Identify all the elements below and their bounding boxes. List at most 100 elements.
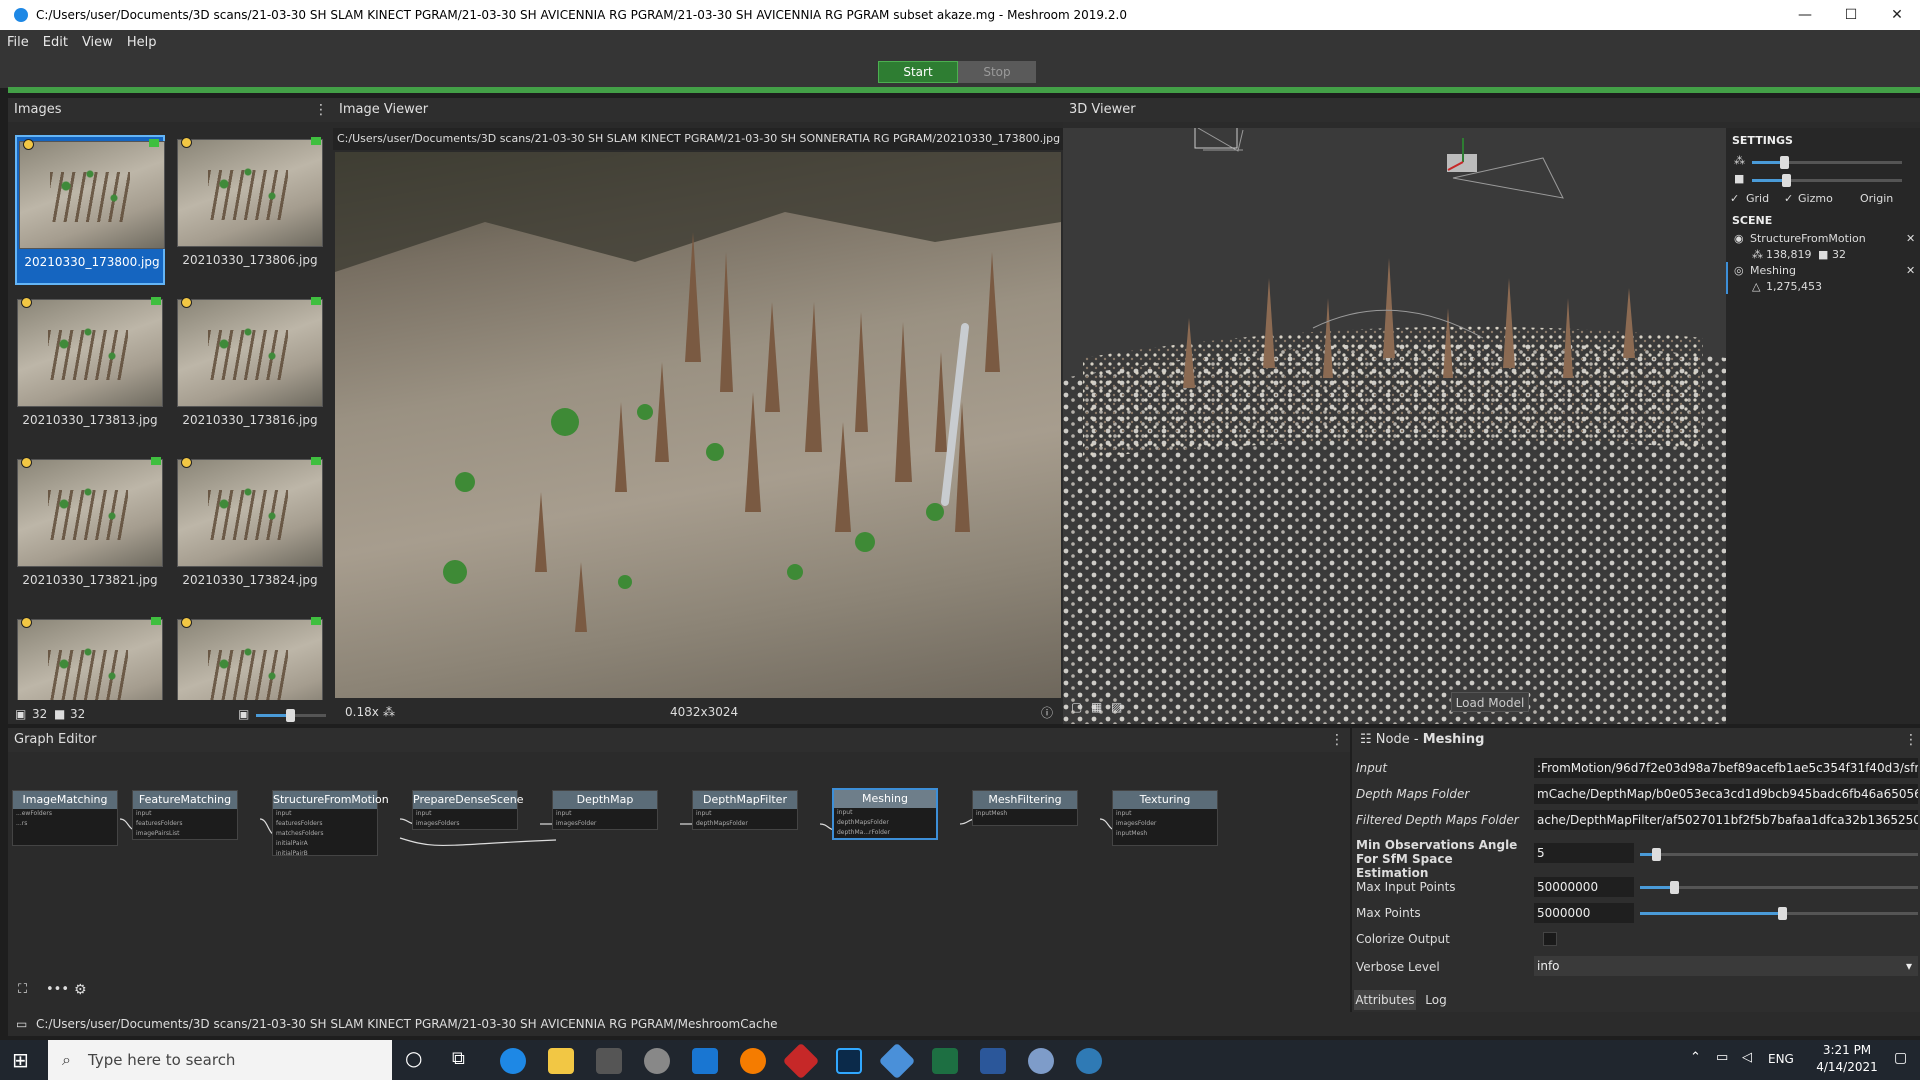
excel-icon[interactable] [932,1048,958,1074]
menu-file[interactable]: File [0,35,36,50]
notifications-icon[interactable]: ▢ [1894,1050,1907,1066]
viewer-3d-canvas[interactable]: ▢ ▦ ▨ Load Model [1063,128,1726,724]
node-title: FeatureMatching [133,791,237,809]
more-icon[interactable]: ••• [46,982,69,997]
thumbnail[interactable]: 20210330_173824.jpg [175,455,325,605]
node-menu-icon[interactable]: ⋮ [1904,732,1918,748]
thumbnail-label: 20210330_173813.jpg [22,413,158,427]
node-structurefrommotion[interactable]: StructureFromMotion input featuresFolder… [272,790,389,857]
thumbnail[interactable]: 20210330_173821.jpg [15,455,165,605]
chevron-up-icon[interactable]: ⌃ [1690,1050,1701,1065]
r-icon[interactable] [1028,1048,1054,1074]
graph-menu-icon[interactable]: ⋮ [1330,732,1344,748]
clock-time[interactable]: 3:21 PM [1810,1043,1884,1057]
gizmo-toggle-label[interactable]: Gizmo [1798,192,1833,205]
menu-help[interactable]: Help [120,35,164,50]
image-viewer-footer: 0.18x ⁂ 4032x3024 ⓘ [333,700,1063,724]
min-observations-angle-slider[interactable] [1640,848,1918,861]
point-size-slider[interactable] [1752,156,1902,169]
max-points-slider[interactable] [1640,907,1918,920]
bbox-icon[interactable]: ▢ [1071,700,1082,714]
eye-icon[interactable]: ◉ [1734,232,1744,245]
thumbnail-image [19,141,165,249]
camera-scale-slider[interactable] [1752,174,1902,187]
grid-view-icon[interactable]: ▦ [1091,700,1102,714]
maximize-button[interactable]: ☐ [1828,7,1874,23]
network-icon[interactable]: ▭ [1716,1050,1728,1065]
max-input-points-slider[interactable] [1640,881,1918,894]
node-title: ImageMatching [13,791,117,809]
stop-button[interactable]: Stop [958,61,1036,83]
clock-date[interactable]: 4/14/2021 [1810,1060,1884,1074]
thumbnail[interactable] [15,615,165,700]
menu-edit[interactable]: Edit [36,35,75,50]
cameras-count: 32 [1832,248,1846,261]
max-input-points-field[interactable]: 50000000 [1534,877,1634,897]
start-button[interactable]: Start [878,61,958,83]
node-icon: ☷ [1360,732,1376,747]
origin-toggle-label[interactable]: Origin [1860,192,1893,205]
photoshop-icon[interactable] [836,1048,862,1074]
node-meshing[interactable]: Meshing input depthMapsFolder depthMa...… [832,788,938,840]
colorize-output-checkbox[interactable] [1543,932,1557,946]
file-explorer-icon[interactable] [548,1048,574,1074]
thumbnail[interactable]: 20210330_173806.jpg [175,135,325,285]
verbose-level-value: info [1537,959,1560,973]
grid-check-icon[interactable]: ✓ [1730,192,1739,205]
thumbnail[interactable]: 20210330_173813.jpg [15,295,165,445]
min-observations-angle-field[interactable]: 5 [1534,843,1634,863]
filtered-depth-maps-field[interactable]: ache/DepthMapFilter/af5027011bf2f5b7bafa… [1534,810,1918,830]
input-field[interactable]: :FromMotion/96d7f2e03d98a7bef89acefb1ae5… [1534,758,1918,778]
task-view-icon[interactable]: ⧉ [452,1048,465,1069]
thumbnail[interactable]: 20210330_173816.jpg [175,295,325,445]
fit-icon[interactable]: ⁂ [383,705,395,719]
image-display[interactable] [335,152,1061,698]
thumbnail-size-slider[interactable] [256,709,326,722]
max-points-field[interactable]: 5000000 [1534,903,1634,923]
blender-icon[interactable] [740,1048,766,1074]
wireframe-icon[interactable]: ▨ [1111,700,1122,714]
eye-off-icon[interactable]: ◎ [1734,264,1744,277]
images-menu-icon[interactable]: ⋮ [314,102,328,118]
node-featurematching[interactable]: FeatureMatching input featuresFolders im… [132,790,238,840]
taskbar-search-box[interactable]: ⌕ Type here to search [48,1040,392,1080]
tab-attributes[interactable]: Attributes [1354,990,1416,1010]
node-imagematching[interactable]: ImageMatching ...ewFolders ...rs [12,790,118,846]
images-footer: ▣ 32 ■ 32 ▣ [8,704,333,724]
scene-item-sfm[interactable]: ◉ StructureFromMotion ✕ ⁂ 138,819 ■ 32 [1726,230,1920,262]
word-icon[interactable] [980,1048,1006,1074]
node-depthmapfilter[interactable]: DepthMapFilter input depthMapsFolder [692,790,798,830]
remove-icon[interactable]: ✕ [1906,232,1915,245]
remove-icon[interactable]: ✕ [1906,264,1915,277]
grid-toggle-label[interactable]: Grid [1746,192,1769,205]
info-icon[interactable]: ⓘ [1041,704,1053,721]
edge-icon[interactable] [500,1048,526,1074]
tab-log[interactable]: Log [1418,990,1454,1010]
mail-icon[interactable] [692,1048,718,1074]
thumbnail[interactable]: 20210330_173800.jpg [15,135,165,285]
node-port: featuresFolders [276,820,323,827]
menu-view[interactable]: View [75,35,120,50]
store-icon[interactable] [596,1048,622,1074]
windows-start-icon[interactable]: ⊞ [12,1048,29,1072]
settings-gear-icon[interactable]: ⚙ [74,982,87,998]
app-c-icon[interactable] [1076,1048,1102,1074]
thumbnail[interactable] [175,615,325,700]
load-model-button[interactable]: Load Model [1451,692,1529,712]
app-icon[interactable] [644,1048,670,1074]
volume-icon[interactable]: ◁ [1742,1050,1752,1065]
status-flag-icon [311,297,321,305]
node-texturing[interactable]: Texturing input imagesFolder inputMesh [1112,790,1218,846]
verbose-level-select[interactable]: info ▾ [1534,956,1918,976]
node-depthmap[interactable]: DepthMap input imagesFolder [552,790,658,830]
minimize-button[interactable]: — [1782,7,1828,23]
scene-item-meshing[interactable]: ◎ Meshing ✕ △ 1,275,453 [1726,262,1920,294]
node-preparedensescene[interactable]: PrepareDenseScene input imagesFolders [412,790,524,830]
language-indicator[interactable]: ENG [1768,1052,1794,1066]
node-meshfiltering[interactable]: MeshFiltering inputMesh [972,790,1078,826]
cortana-icon[interactable]: ○ [405,1046,422,1070]
depth-maps-folder-field[interactable]: mCache/DepthMap/b0e053eca3cd1d9bcb945bad… [1534,784,1918,804]
fit-view-icon[interactable]: ⛶ [18,982,27,997]
gizmo-check-icon[interactable]: ✓ [1784,192,1793,205]
close-button[interactable]: ✕ [1874,7,1920,23]
